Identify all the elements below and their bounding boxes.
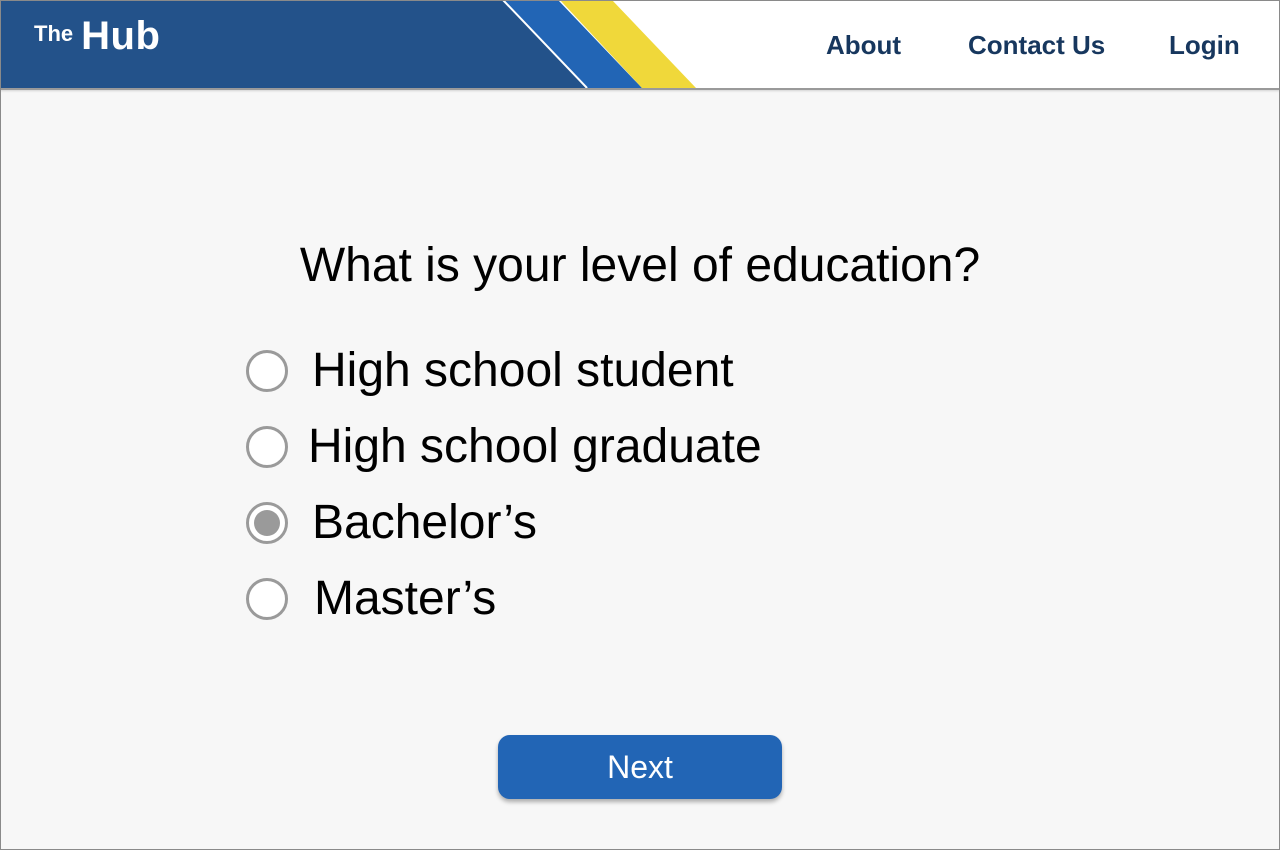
- hub-logo[interactable]: The Hub: [34, 14, 160, 59]
- top-header: The Hub About Contact Us Login: [0, 0, 1280, 90]
- radio-button[interactable]: [246, 577, 288, 620]
- option-masters[interactable]: Master’s: [246, 571, 496, 626]
- logo-hub-text: Hub: [81, 14, 161, 58]
- question-title: What is your level of education?: [299, 239, 981, 292]
- option-label: Bachelor’s: [312, 496, 538, 549]
- radio-button[interactable]: [246, 425, 288, 468]
- logo-the-text: The: [34, 21, 74, 46]
- nav-contact-us-link[interactable]: Contact Us: [968, 30, 1105, 61]
- nav-about-link[interactable]: About: [826, 30, 901, 61]
- option-label: High school graduate: [308, 420, 762, 473]
- option-label: Master’s: [314, 572, 497, 625]
- radio-button[interactable]: [246, 349, 288, 392]
- option-bachelors[interactable]: Bachelor’s: [246, 495, 537, 550]
- radio-button-selected[interactable]: [246, 501, 288, 544]
- option-label: High school student: [312, 344, 734, 397]
- option-high-school-student[interactable]: High school student: [246, 343, 734, 398]
- next-button[interactable]: Next: [498, 735, 782, 799]
- nav-login-link[interactable]: Login: [1169, 30, 1240, 61]
- option-high-school-graduate[interactable]: High school graduate: [246, 419, 762, 474]
